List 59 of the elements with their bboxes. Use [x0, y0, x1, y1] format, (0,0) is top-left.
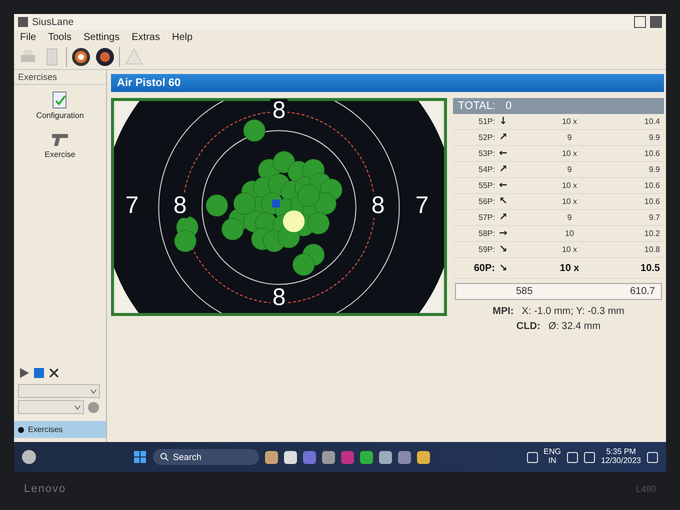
start-icon[interactable] — [132, 450, 147, 464]
app-icon[interactable] — [322, 450, 335, 464]
sidebar-item[interactable]: Exercise — [14, 124, 106, 163]
menu-item[interactable]: File — [20, 32, 36, 43]
shot-row[interactable]: 52P: ↗ 9 9.9 — [453, 130, 664, 146]
shot-row[interactable]: 60P: ↘ 10 x 10.5 — [453, 258, 664, 279]
shot-row[interactable]: 56P: ↖ 10 x 10.6 — [453, 194, 664, 210]
sidebar-header: Exercises — [14, 70, 106, 85]
app-icon[interactable] — [284, 450, 297, 464]
target-icon[interactable] — [71, 47, 91, 67]
window-title: SiusLane — [32, 16, 74, 28]
app-icon[interactable] — [416, 450, 430, 464]
ring-number: 8 — [369, 194, 387, 218]
sum-row: 585 610.7 — [455, 283, 662, 300]
shot-row[interactable]: 57P: ↗ 9 9.7 — [453, 210, 664, 226]
arrow-icon: ↘ — [499, 244, 513, 255]
app-icon — [18, 17, 28, 27]
search-icon[interactable] — [160, 452, 169, 462]
ring-number: 8 — [171, 194, 189, 218]
arrow-icon: ↗ — [499, 164, 513, 175]
model-label: L490 — [636, 484, 656, 494]
play-icon[interactable] — [18, 367, 30, 379]
search-field[interactable]: Search — [152, 449, 259, 465]
arrow-icon: ← — [499, 180, 513, 191]
language-indicator[interactable]: ENG IN — [544, 448, 561, 466]
menu-item[interactable]: Settings — [83, 32, 120, 43]
arrow-icon: ↗ — [499, 212, 513, 223]
menu-item[interactable]: Tools — [48, 32, 72, 43]
arrow-icon: ↓ — [499, 116, 513, 127]
shot-row[interactable]: 55P: ← 10 x 10.6 — [453, 178, 664, 194]
clock[interactable]: 5:35 PM 12/30/2023 — [600, 448, 642, 466]
shot-row[interactable]: 58P: → 10 10.2 — [453, 226, 664, 242]
stop-icon[interactable] — [33, 367, 45, 379]
maximize-icon[interactable] — [634, 16, 646, 28]
target-icon[interactable] — [95, 47, 115, 67]
arrow-icon: ↗ — [499, 132, 513, 143]
menu-item[interactable]: Help — [172, 32, 193, 43]
shot-row[interactable]: 53P: ← 10 x 10.6 — [453, 146, 664, 162]
shot-row[interactable]: 51P: ↓ 10 x 10.4 — [453, 114, 664, 130]
menu-item[interactable]: Extras — [132, 32, 160, 43]
app-icon[interactable] — [360, 450, 373, 464]
crosshair-icon[interactable] — [48, 367, 60, 379]
arrow-icon: ↘ — [499, 262, 513, 274]
caret-icon — [90, 388, 97, 394]
exercise-title-bar: Air Pistol 60 — [111, 74, 664, 92]
arrow-icon: ← — [499, 148, 513, 159]
brand-label: Lenovo — [24, 483, 66, 495]
sidebar-tab[interactable]: Exercises — [14, 421, 106, 438]
app-icon[interactable] — [264, 450, 278, 464]
shot-row[interactable]: 59P: ↘ 10 x 10.8 — [453, 242, 664, 258]
app-icon[interactable] — [378, 450, 392, 464]
sidebar-item[interactable]: Configuration — [14, 85, 106, 124]
arrow-icon: ↖ — [499, 196, 513, 207]
arrow-icon: → — [499, 228, 513, 239]
laptop-bezel: SiusLane File Tools Settings Extras Help Exercises Configuration Exercise Exercises Air Pistol 60 8 7 8 8 7 8 TOTAL: 0 51P: ↓ 10 x 10.4 52P: ↗ 9 9.9 53P: ← 10 x 10.6 54P: ↗ 9 9.9 55P: ← 10 x 10.6 56P: ↖ 10 x 10.6 57P: ↗ 9 9.7 58P: → 10 10.2 59P: ↘ 10 x 10.8 60P: ↘ 10 x 10.5 585 610.7 MPI: X: -1.0 mm; Y: -0.3 mm CLD: Ø: 32.4 mm Search ENG IN 5:35 PM 12/30/2023 Lenovo L490 — [0, 0, 680, 510]
total-bar: TOTAL: 0 — [453, 98, 664, 114]
tray-icon[interactable] — [526, 452, 538, 462]
shot-row[interactable]: 54P: ↗ 9 9.9 — [453, 162, 664, 178]
caret-icon — [74, 404, 81, 410]
